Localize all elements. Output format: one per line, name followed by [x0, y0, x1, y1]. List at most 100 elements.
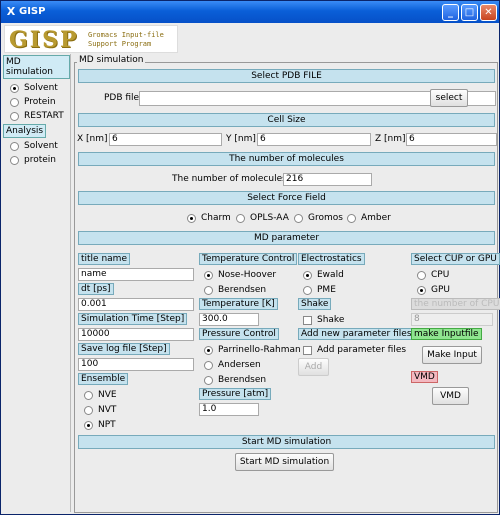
pressure-parrinello-rahman[interactable]: Parrinello-Rahman [204, 343, 301, 357]
ensemble-label: Ensemble [78, 373, 129, 385]
radio-icon[interactable] [204, 345, 213, 355]
minimize-button[interactable]: _ [442, 4, 459, 21]
radio-icon[interactable] [236, 213, 245, 223]
gisp-window: X GISP _ □ ✕ GISP Gromacs Input-file Sup… [0, 0, 500, 515]
start-md-button[interactable]: Start MD simulation [235, 453, 334, 471]
radio-icon[interactable] [417, 270, 426, 280]
dt-label: dt [ps] [78, 283, 114, 295]
radio-icon[interactable] [10, 155, 19, 165]
temp-nose-hoover[interactable]: Nose-Hoover [204, 268, 276, 282]
radio-icon[interactable] [204, 360, 213, 370]
cell-z-label: Z [nm] [375, 134, 406, 144]
window-title: GISP [19, 6, 46, 17]
select-cpu[interactable]: CPU [417, 268, 449, 282]
title-name-input[interactable]: name [78, 268, 194, 281]
temp-berendsen[interactable]: Berendsen [204, 283, 266, 297]
option-label: NPT [98, 420, 116, 430]
radio-icon[interactable] [10, 97, 19, 107]
number-of-cpu-label: the number of CPU [411, 298, 500, 310]
shake-checkbox[interactable]: Shake [303, 313, 344, 327]
option-label: PME [317, 285, 336, 295]
title-bar[interactable]: X GISP _ □ ✕ [1, 1, 499, 23]
sidebar-item-analysis-solvent[interactable]: Solvent [10, 139, 70, 153]
maximize-button[interactable]: □ [461, 4, 478, 21]
close-button[interactable]: ✕ [480, 4, 497, 21]
forcefield-gromos[interactable]: Gromos [294, 211, 343, 225]
pressure-andersen[interactable]: Andersen [204, 358, 261, 372]
electro-ewald[interactable]: Ewald [303, 268, 344, 282]
radio-icon[interactable] [187, 213, 196, 223]
ensemble-nve[interactable]: NVE [84, 388, 117, 402]
make-input-button[interactable]: Make Input [422, 346, 482, 364]
sidebar-analysis-section: Analysis [3, 124, 47, 138]
x-app-icon: X [6, 5, 16, 18]
cell-y-input[interactable]: 6 [257, 133, 371, 146]
cell-y-label: Y [nm] [226, 134, 256, 144]
radio-icon[interactable] [10, 83, 19, 93]
sidebar-item-analysis-protein[interactable]: protein [10, 153, 70, 167]
radio-icon[interactable] [84, 405, 93, 415]
option-label: CPU [431, 270, 450, 280]
radio-icon[interactable] [294, 213, 303, 223]
sidebar: MD simulation Solvent Protein RESTART An… [3, 54, 71, 512]
pdb-file-label: PDB file [104, 93, 140, 103]
forcefield-amber[interactable]: Amber [347, 211, 391, 225]
frame-legend: MD simulation [77, 55, 146, 65]
temperature-input[interactable]: 300.0 [199, 313, 259, 326]
checkbox-icon[interactable] [303, 345, 312, 355]
simulation-time-label: Simulation Time [Step] [78, 313, 188, 325]
checkbox-label: Shake [317, 315, 345, 325]
radio-icon[interactable] [303, 285, 312, 295]
sidebar-item-protein[interactable]: Protein [10, 95, 70, 109]
radio-icon[interactable] [10, 141, 19, 151]
sidebar-item-label: Protein [24, 97, 56, 107]
gisp-logo: GISP Gromacs Input-file Support Program [4, 25, 178, 53]
forcefield-opls-aa[interactable]: OPLS-AA [236, 211, 289, 225]
radio-icon[interactable] [204, 285, 213, 295]
radio-icon[interactable] [10, 111, 19, 121]
option-label: Andersen [218, 360, 261, 370]
simulation-time-input[interactable]: 10000 [78, 328, 194, 341]
option-label: Charm [201, 213, 231, 223]
option-label: OPLS-AA [250, 213, 289, 223]
main-panel: MD simulation Select PDB FILE PDB file s… [73, 54, 500, 514]
add-button[interactable]: Add [298, 358, 329, 376]
radio-icon[interactable] [347, 213, 356, 223]
logo-subtitle: Gromacs Input-file Support Program [88, 31, 164, 49]
sidebar-item-solvent[interactable]: Solvent [10, 81, 70, 95]
logo-subtitle-line2: Support Program [88, 40, 152, 48]
radio-icon[interactable] [84, 390, 93, 400]
radio-icon[interactable] [204, 375, 213, 385]
md-parameter-header: MD parameter [78, 231, 495, 245]
electro-pme[interactable]: PME [303, 283, 336, 297]
add-param-label: Add new parameter files [298, 328, 415, 340]
option-label: Berendsen [218, 285, 267, 295]
ensemble-nvt[interactable]: NVT [84, 403, 116, 417]
radio-icon[interactable] [417, 285, 426, 295]
radio-icon[interactable] [204, 270, 213, 280]
pressure-berendsen[interactable]: Berendsen [204, 373, 266, 387]
electrostatics-label: Electrostatics [298, 253, 365, 265]
pressure-input[interactable]: 1.0 [199, 403, 259, 416]
molecules-input[interactable]: 216 [283, 173, 372, 186]
save-log-label: Save log file [Step] [78, 343, 170, 355]
save-log-input[interactable]: 100 [78, 358, 194, 371]
cell-z-input[interactable]: 6 [406, 133, 497, 146]
add-param-checkbox[interactable]: Add parameter files [303, 343, 406, 357]
ensemble-npt[interactable]: NPT [84, 418, 116, 432]
molecules-header: The number of molecules [78, 152, 495, 166]
cell-x-input[interactable]: 6 [109, 133, 222, 146]
checkbox-icon[interactable] [303, 315, 312, 325]
radio-icon[interactable] [84, 420, 93, 430]
molecules-label: The number of molecules [172, 174, 287, 184]
radio-icon[interactable] [303, 270, 312, 280]
select-gpu[interactable]: GPU [417, 283, 450, 297]
shake-label: Shake [298, 298, 332, 310]
option-label: GPU [431, 285, 450, 295]
number-of-cpu-input[interactable]: 8 [411, 313, 493, 326]
dt-input[interactable]: 0.001 [78, 298, 194, 311]
forcefield-charm[interactable]: Charm [187, 211, 231, 225]
vmd-button[interactable]: VMD [432, 387, 469, 405]
sidebar-item-restart[interactable]: RESTART [10, 109, 70, 123]
select-pdb-button[interactable]: select [430, 89, 468, 107]
